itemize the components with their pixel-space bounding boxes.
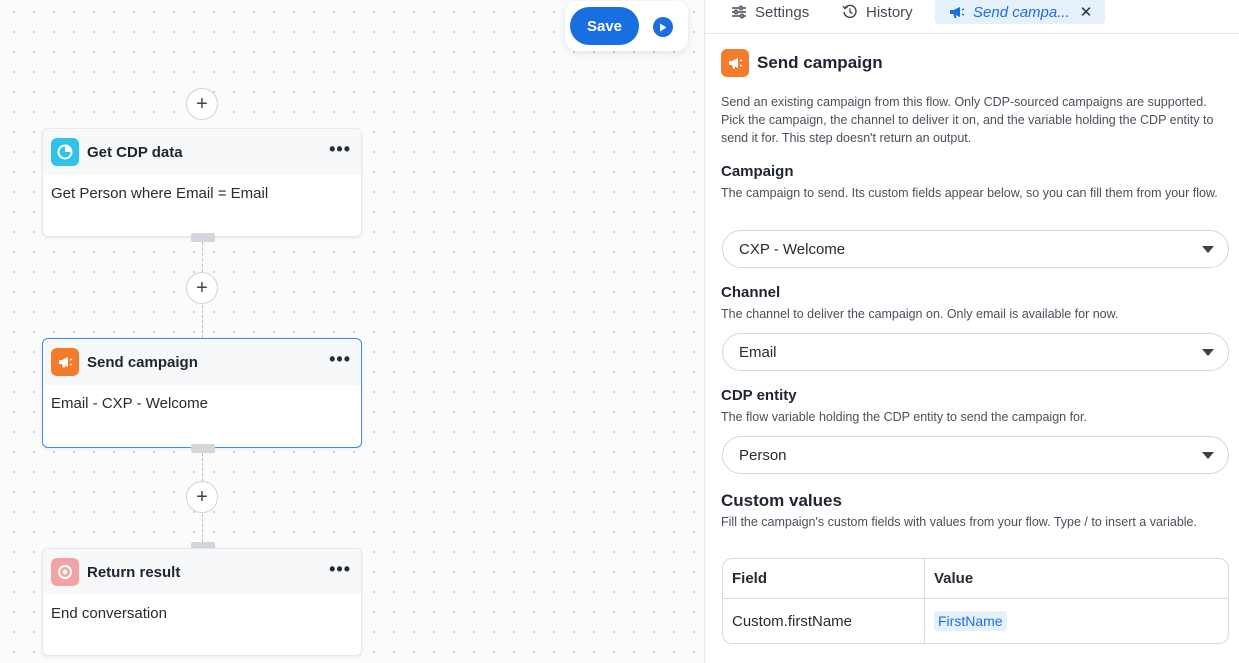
cdp-entity-help: The flow variable holding the CDP entity… <box>721 410 1087 424</box>
tab-history[interactable]: History <box>842 0 913 24</box>
field-cell: Custom.firstName <box>723 599 925 643</box>
chevron-down-icon <box>1202 349 1214 356</box>
close-icon[interactable]: ✕ <box>1080 3 1093 21</box>
history-icon <box>842 4 858 20</box>
tab-label: Send campa... <box>973 3 1070 21</box>
node-return-result[interactable]: Return result ••• End conversation <box>42 548 362 656</box>
save-button[interactable]: Save <box>570 7 639 45</box>
node-title: Return result <box>87 563 181 581</box>
custom-values-title: Custom values <box>721 491 842 510</box>
custom-values-help: Fill the campaign's custom fields with v… <box>721 515 1197 529</box>
node-get-cdp-data[interactable]: Get CDP data ••• Get Person where Email … <box>42 128 362 237</box>
tab-settings[interactable]: Settings <box>731 0 809 24</box>
node-body: Email - CXP - Welcome <box>51 395 208 412</box>
target-icon <box>51 558 79 586</box>
node-body: Get Person where Email = Email <box>51 185 269 202</box>
save-toolbar: Save <box>565 1 688 51</box>
channel-label: Channel <box>721 284 781 301</box>
chevron-down-icon <box>1202 452 1214 459</box>
tab-label: History <box>866 3 913 21</box>
chevron-down-icon <box>1202 246 1214 253</box>
connector-line <box>202 242 203 272</box>
megaphone-icon <box>51 348 79 376</box>
more-menu-icon[interactable]: ••• <box>329 559 351 580</box>
node-header: Send campaign ••• <box>43 339 361 385</box>
megaphone-icon <box>949 5 965 20</box>
cdp-entity-select[interactable]: Person <box>722 436 1229 474</box>
connector-line <box>202 514 203 542</box>
table-header: Field Value <box>723 559 1228 599</box>
panel-header: Send campaign <box>721 49 1229 77</box>
node-header: Get CDP data ••• <box>43 129 361 175</box>
tab-send-campaign[interactable]: Send campa... ✕ <box>935 0 1105 24</box>
table-row: Custom.firstName FirstName <box>723 599 1228 643</box>
panel-description: Send an existing campaign from this flow… <box>721 95 1214 145</box>
add-step-button[interactable]: + <box>186 272 218 304</box>
more-menu-icon[interactable]: ••• <box>329 349 351 370</box>
connector-line <box>202 305 203 338</box>
connector-line <box>202 453 203 481</box>
panel-title: Send campaign <box>757 53 883 72</box>
settings-panel: Settings History Send campa... ✕ Send ca… <box>704 0 1239 663</box>
channel-select[interactable]: Email <box>722 333 1229 371</box>
add-step-button[interactable]: + <box>186 88 218 120</box>
node-body: End conversation <box>51 605 167 622</box>
campaign-label: Campaign <box>721 163 794 180</box>
column-header-field: Field <box>723 559 925 598</box>
tab-label: Settings <box>755 3 810 21</box>
variable-chip[interactable]: FirstName <box>934 611 1007 631</box>
node-title: Send campaign <box>87 353 198 371</box>
select-value: Email <box>739 343 777 361</box>
more-menu-icon[interactable]: ••• <box>329 139 351 160</box>
cdp-icon <box>51 138 79 166</box>
select-value: CXP - Welcome <box>739 240 846 258</box>
add-step-button[interactable]: + <box>186 481 218 513</box>
select-value: Person <box>739 446 787 464</box>
channel-help: The channel to deliver the campaign on. … <box>721 307 1119 321</box>
flow-canvas[interactable]: Save + Get CDP data ••• Get Person where… <box>0 0 704 663</box>
node-title: Get CDP data <box>87 143 183 161</box>
node-handle[interactable] <box>191 444 215 453</box>
campaign-help: The campaign to send. Its custom fields … <box>721 186 1218 200</box>
play-icon[interactable] <box>653 17 673 37</box>
node-header: Return result ••• <box>43 549 361 595</box>
campaign-select[interactable]: CXP - Welcome <box>722 230 1229 268</box>
cdp-entity-label: CDP entity <box>721 387 797 404</box>
value-cell[interactable]: FirstName <box>925 599 1228 643</box>
sliders-icon <box>731 5 747 19</box>
megaphone-icon <box>721 49 749 77</box>
column-header-value: Value <box>934 570 974 587</box>
custom-values-table: Field Value Custom.firstName FirstName <box>722 558 1229 644</box>
panel-tabs: Settings History Send campa... ✕ <box>705 0 1239 34</box>
node-handle[interactable] <box>191 233 215 242</box>
node-send-campaign[interactable]: Send campaign ••• Email - CXP - Welcome <box>42 338 362 448</box>
